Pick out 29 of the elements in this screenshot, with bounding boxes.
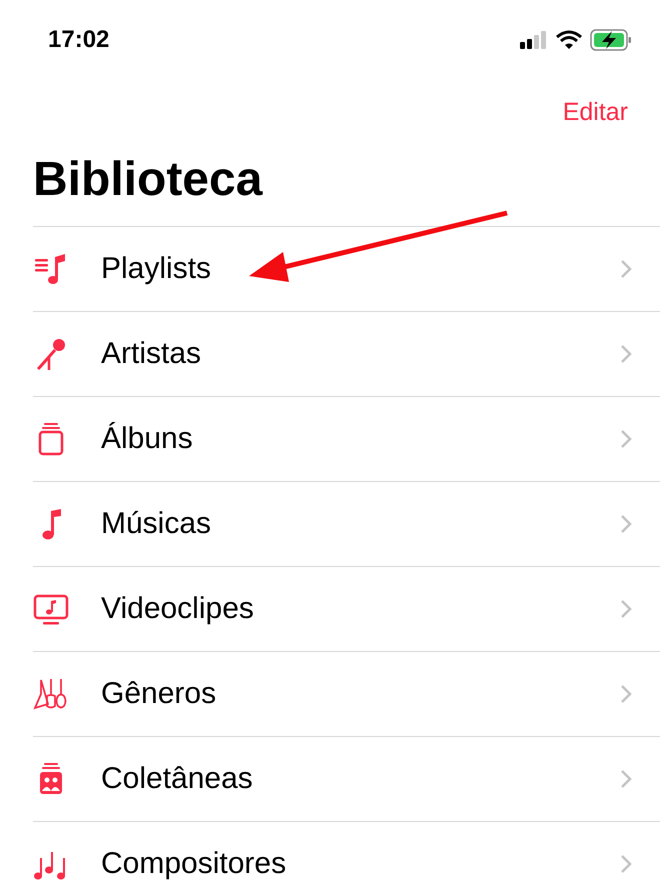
- library-item[interactable]: Videoclipes: [33, 566, 660, 652]
- chevron-icon: [620, 598, 632, 618]
- chevron-icon: [620, 428, 632, 448]
- clock-time: 17:02: [48, 25, 110, 55]
- library-item[interactable]: Artistas: [33, 312, 660, 396]
- edit-button[interactable]: Editar: [562, 94, 628, 132]
- chevron-icon: [620, 768, 632, 788]
- library-item[interactable]: Músicas: [33, 482, 660, 566]
- chevron-icon: [620, 514, 632, 534]
- library-item[interactable]: Gêneros: [33, 652, 660, 736]
- library-item[interactable]: Álbuns: [33, 396, 660, 482]
- chevron-icon: [620, 854, 632, 874]
- item-label: Playlists: [101, 251, 212, 287]
- chevron-icon: [620, 684, 632, 704]
- library-item[interactable]: Compositores: [33, 822, 660, 880]
- wifi-icon: [556, 30, 582, 50]
- item-label: Coletâneas: [101, 761, 253, 797]
- chevron-icon: [620, 258, 632, 278]
- library-item[interactable]: Coletâneas: [33, 736, 660, 822]
- chevron-icon: [620, 344, 632, 364]
- item-label: Gêneros: [101, 676, 216, 712]
- item-label: Videoclipes: [101, 591, 254, 627]
- item-label: Compositores: [101, 846, 286, 880]
- item-label: Álbuns: [101, 421, 193, 457]
- item-label: Artistas: [101, 336, 202, 372]
- page-title: Biblioteca: [32, 152, 264, 208]
- item-label: Músicas: [101, 506, 212, 542]
- battery-charging-icon: [590, 29, 632, 51]
- signal-icon: [520, 31, 548, 49]
